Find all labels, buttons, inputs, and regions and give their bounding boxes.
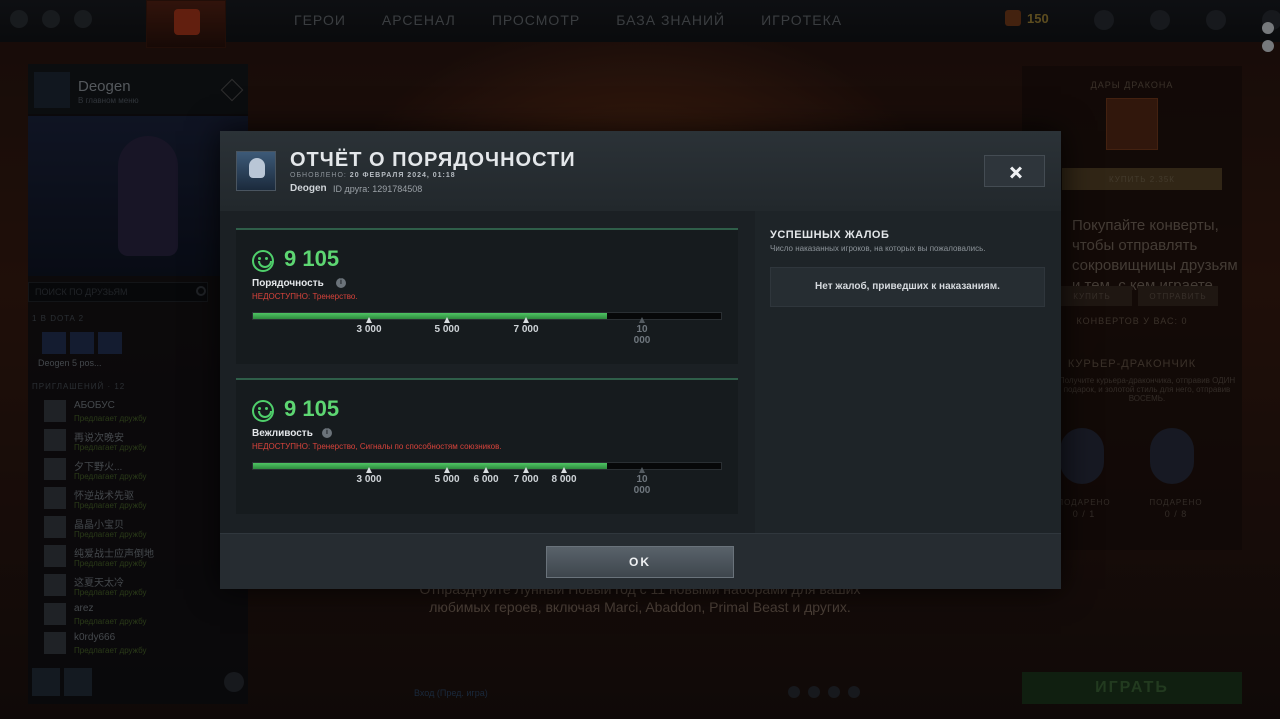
marker-triangle-icon	[366, 317, 372, 323]
politeness-score: 9 105	[284, 396, 340, 421]
marker-triangle-icon	[366, 467, 372, 473]
ok-button[interactable]: OK	[546, 546, 734, 578]
max-marker: 10 000	[622, 317, 662, 346]
marker-triangle-icon	[444, 467, 450, 473]
unavailable-label: НЕДОСТУПНО:	[252, 292, 311, 301]
threshold-label: 5 000	[434, 474, 460, 485]
threshold-label: 7 000	[513, 324, 539, 335]
threshold-label: 5 000	[434, 324, 460, 335]
marker-triangle-icon	[639, 317, 645, 323]
threshold-marker: 3 000	[349, 467, 389, 485]
threshold-marker: 7 000	[506, 317, 546, 335]
max-marker: 10 000	[622, 467, 662, 496]
threshold-label: 8 000	[551, 474, 577, 485]
threshold-label: 3 000	[356, 324, 382, 335]
threshold-marker: 5 000	[427, 467, 467, 485]
threshold-marker: 5 000	[427, 317, 467, 335]
player-name: Deogen	[290, 183, 327, 194]
hero-portrait	[249, 158, 265, 178]
unavailable-value: Тренерство.	[312, 292, 358, 301]
conduct-score: 9 105	[284, 246, 340, 271]
complaints-empty-state: Нет жалоб, приведших к наказаниям.	[770, 267, 1045, 307]
unavailable-value: Тренерство, Сигналы по способностям союз…	[312, 442, 502, 451]
updated-label: ОБНОВЛЕНО:	[290, 172, 347, 179]
score-label: Порядочность	[252, 278, 324, 289]
marker-triangle-icon	[523, 317, 529, 323]
threshold-marker: 6 000	[466, 467, 506, 485]
complaints-panel: УСПЕШНЫХ ЖАЛОБ Число наказанных игроков,…	[755, 211, 1061, 533]
complaints-title: УСПЕШНЫХ ЖАЛОБ	[770, 229, 890, 241]
conduct-score-card: 9 105 Порядочность i НЕДОСТУПНО: Тренерс…	[236, 228, 738, 364]
threshold-marker: 7 000	[506, 467, 546, 485]
threshold-marker: 3 000	[349, 317, 389, 335]
friend-id: ID друга: 1291784508	[333, 184, 423, 194]
dialog-footer: OK	[220, 533, 1061, 589]
smile-icon	[252, 400, 274, 422]
unavailable-label: НЕДОСТУПНО:	[252, 442, 311, 451]
complaints-subtitle: Число наказанных игроков, на которых вы …	[770, 244, 986, 253]
dialog-title: ОТЧЁТ О ПОРЯДОЧНОСТИ	[290, 149, 576, 171]
threshold-label: 6 000	[473, 474, 499, 485]
unavailable-text: НЕДОСТУПНО: Тренерство.	[252, 292, 358, 301]
smile-icon	[252, 250, 274, 272]
dialog-header: ОТЧЁТ О ПОРЯДОЧНОСТИ ОБНОВЛЕНО: 20 ФЕВРА…	[220, 131, 1061, 211]
max-label: 10 000	[633, 324, 651, 346]
threshold-label: 7 000	[513, 474, 539, 485]
unavailable-text: НЕДОСТУПНО: Тренерство, Сигналы по спосо…	[252, 442, 502, 451]
max-label: 10 000	[633, 474, 651, 496]
info-icon[interactable]: i	[336, 278, 346, 288]
threshold-label: 3 000	[356, 474, 382, 485]
marker-triangle-icon	[483, 467, 489, 473]
marker-triangle-icon	[639, 467, 645, 473]
threshold-marker: 8 000	[544, 467, 584, 485]
marker-triangle-icon	[444, 317, 450, 323]
avatar	[236, 151, 276, 191]
updated-date: ОБНОВЛЕНО: 20 ФЕВРАЛЯ 2024, 01:18	[290, 172, 456, 179]
marker-triangle-icon	[523, 467, 529, 473]
game-client: ГЕРОИ АРСЕНАЛ ПРОСМОТР БАЗА ЗНАНИЙ ИГРОТ…	[0, 0, 1280, 719]
close-button[interactable]	[984, 155, 1045, 187]
marker-triangle-icon	[561, 467, 567, 473]
info-icon[interactable]: i	[322, 428, 332, 438]
score-label: Вежливость	[252, 428, 313, 439]
politeness-score-card: 9 105 Вежливость i НЕДОСТУПНО: Тренерств…	[236, 378, 738, 514]
updated-value: 20 ФЕВРАЛЯ 2024, 01:18	[349, 172, 456, 179]
conduct-report-dialog: ОТЧЁТ О ПОРЯДОЧНОСТИ ОБНОВЛЕНО: 20 ФЕВРА…	[220, 131, 1061, 589]
